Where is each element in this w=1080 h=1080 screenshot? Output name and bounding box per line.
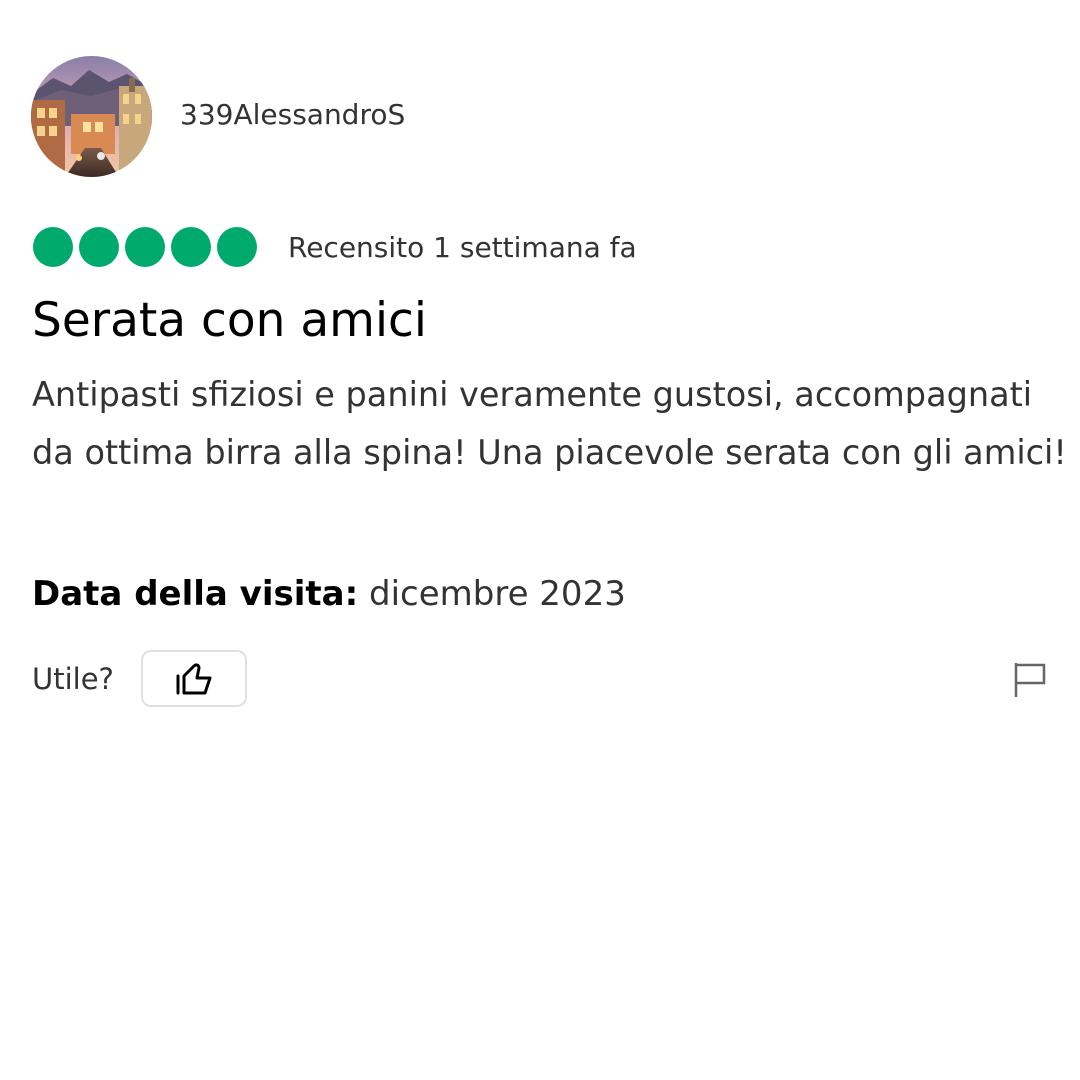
rating-bubble-filled (125, 227, 165, 267)
helpful-label: Utile? (32, 662, 114, 696)
rating-bubble-filled (217, 227, 257, 267)
review-card: 339AlessandroS Recensito 1 settimana fa … (0, 0, 1080, 1080)
helpful-button[interactable] (141, 650, 247, 707)
username[interactable]: 339AlessandroS (180, 97, 405, 133)
rating-bubble-filled (171, 227, 211, 267)
avatar[interactable] (31, 56, 152, 177)
report-button[interactable] (1006, 656, 1054, 704)
rating-bubble-filled (33, 227, 73, 267)
visit-date: Data della visita: dicembre 2023 (32, 572, 626, 616)
visit-date-label: Data della visita: (32, 574, 359, 614)
flag-icon (1014, 663, 1046, 697)
rating-bubbles (33, 226, 263, 268)
thumbs-up-icon (176, 662, 212, 694)
rating-bubble-filled (79, 227, 119, 267)
review-body: Antipasti sfiziosi e panini veramente gu… (32, 375, 1067, 472)
avatar-image (31, 56, 152, 177)
review-title[interactable]: Serata con amici (32, 290, 427, 352)
visit-date-value: dicembre 2023 (369, 574, 626, 614)
review-date: Recensito 1 settimana fa (288, 231, 637, 264)
